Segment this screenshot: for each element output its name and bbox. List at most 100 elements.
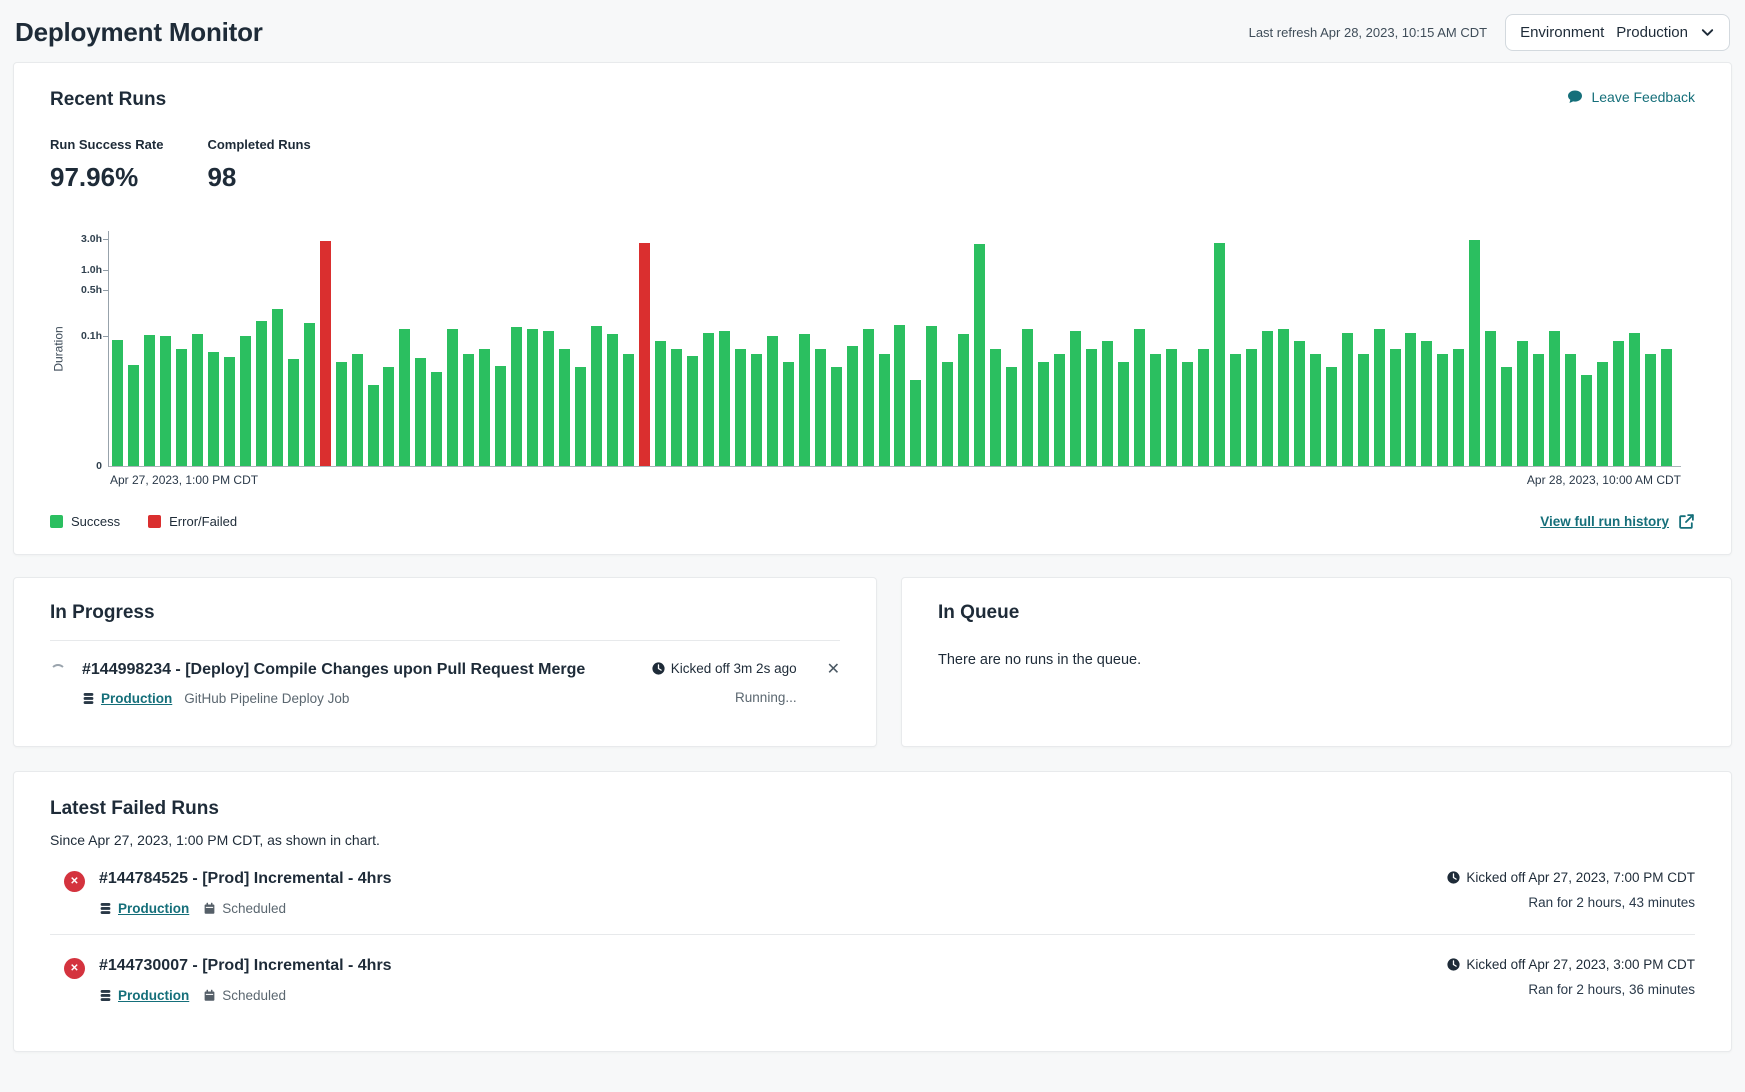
chart-bar-success[interactable]: [1070, 331, 1081, 466]
chart-bar-success[interactable]: [176, 349, 187, 466]
chart-bar-success[interactable]: [431, 372, 442, 466]
chart-bar-success[interactable]: [655, 341, 666, 466]
chart-bar-success[interactable]: [1629, 333, 1640, 466]
close-icon[interactable]: ✕: [827, 662, 840, 678]
chart-bar-success[interactable]: [863, 329, 874, 466]
chart-bar-success[interactable]: [703, 333, 714, 466]
chart-bar-success[interactable]: [990, 349, 1001, 466]
chart-bar-error[interactable]: [639, 243, 650, 466]
chart-bar-success[interactable]: [879, 354, 890, 466]
chart-bar-success[interactable]: [1421, 341, 1432, 466]
chart-bar-success[interactable]: [447, 329, 458, 466]
chart-bar-success[interactable]: [591, 326, 602, 466]
chart-bar-success[interactable]: [1310, 354, 1321, 466]
chart-bar-success[interactable]: [1453, 349, 1464, 466]
chart-bar-success[interactable]: [128, 365, 139, 466]
chart-bar-success[interactable]: [527, 329, 538, 466]
chart-bar-success[interactable]: [894, 325, 905, 466]
chart-bar-success[interactable]: [575, 367, 586, 466]
chart-bar-success[interactable]: [783, 362, 794, 466]
chart-bar-success[interactable]: [607, 334, 618, 466]
chart-bar-success[interactable]: [112, 340, 123, 466]
chart-bar-success[interactable]: [415, 358, 426, 466]
chart-bar-success[interactable]: [511, 327, 522, 466]
chart-bar-success[interactable]: [1485, 331, 1496, 466]
chart-bar-success[interactable]: [1374, 329, 1385, 466]
chart-bar-success[interactable]: [192, 334, 203, 466]
chart-bar-success[interactable]: [1118, 362, 1129, 466]
chart-bar-success[interactable]: [910, 380, 921, 466]
chart-bar-success[interactable]: [1022, 329, 1033, 466]
chart-bar-success[interactable]: [1086, 349, 1097, 466]
chart-bar-success[interactable]: [1405, 333, 1416, 466]
chart-bar-success[interactable]: [240, 336, 251, 466]
chart-bar-success[interactable]: [1613, 341, 1624, 466]
chart-bar-success[interactable]: [272, 309, 283, 466]
chart-bar-success[interactable]: [1437, 354, 1448, 466]
chart-bar-success[interactable]: [1182, 362, 1193, 466]
chart-bar-success[interactable]: [942, 362, 953, 466]
leave-feedback-link[interactable]: Leave Feedback: [1567, 89, 1695, 105]
chart-bar-success[interactable]: [1054, 354, 1065, 466]
chart-bar-success[interactable]: [256, 321, 267, 466]
chart-bar-success[interactable]: [160, 336, 171, 466]
chart-bar-success[interactable]: [1214, 243, 1225, 466]
chart-bar-success[interactable]: [208, 352, 219, 466]
chart-bar-success[interactable]: [1038, 362, 1049, 466]
chart-bar-success[interactable]: [383, 367, 394, 466]
chart-bar-success[interactable]: [1645, 354, 1656, 466]
chart-bar-success[interactable]: [1006, 367, 1017, 466]
chart-bar-error[interactable]: [320, 241, 331, 466]
chart-bar-success[interactable]: [1469, 240, 1480, 467]
chart-bar-success[interactable]: [1358, 354, 1369, 466]
chart-bar-success[interactable]: [831, 367, 842, 466]
chart-bar-success[interactable]: [1294, 341, 1305, 466]
chart-bar-success[interactable]: [463, 354, 474, 466]
chart-bar-success[interactable]: [1198, 349, 1209, 466]
chart-bar-success[interactable]: [1597, 362, 1608, 466]
chart-bar-success[interactable]: [974, 244, 985, 466]
chart-bar-success[interactable]: [336, 362, 347, 466]
chart-bar-success[interactable]: [751, 354, 762, 466]
chart-bar-success[interactable]: [479, 349, 490, 466]
chart-bar-success[interactable]: [1549, 331, 1560, 466]
chart-bar-success[interactable]: [1166, 349, 1177, 466]
chart-bar-success[interactable]: [399, 329, 410, 467]
chart-bar-success[interactable]: [687, 356, 698, 467]
chart-bar-success[interactable]: [767, 336, 778, 466]
chart-bar-success[interactable]: [559, 349, 570, 466]
chart-bar-success[interactable]: [352, 354, 363, 466]
chart-bar-success[interactable]: [1134, 329, 1145, 466]
chart-bar-success[interactable]: [1661, 349, 1672, 466]
chart-bar-success[interactable]: [1390, 349, 1401, 466]
chart-bar-success[interactable]: [1262, 331, 1273, 466]
chart-bar-success[interactable]: [368, 385, 379, 466]
environment-link[interactable]: Production: [99, 901, 189, 916]
chart-bar-success[interactable]: [1326, 367, 1337, 466]
chart-bar-success[interactable]: [1565, 354, 1576, 466]
chart-bar-success[interactable]: [671, 349, 682, 466]
chart-bar-success[interactable]: [719, 331, 730, 466]
chart-bar-success[interactable]: [1581, 375, 1592, 466]
chart-bar-success[interactable]: [495, 366, 506, 466]
chart-bar-success[interactable]: [224, 357, 235, 466]
chart-bar-success[interactable]: [1501, 367, 1512, 466]
chart-bar-success[interactable]: [1517, 341, 1528, 466]
chart-bar-success[interactable]: [543, 331, 554, 466]
chart-bar-success[interactable]: [623, 354, 634, 466]
chart-bar-success[interactable]: [144, 335, 155, 466]
chart-bar-success[interactable]: [1230, 354, 1241, 466]
chart-bar-success[interactable]: [1246, 349, 1257, 466]
chart-bar-success[interactable]: [926, 326, 937, 466]
view-full-run-history-link[interactable]: View full run history: [1540, 513, 1695, 530]
chart-bar-success[interactable]: [304, 323, 315, 466]
chart-bar-success[interactable]: [815, 349, 826, 466]
chart-bar-success[interactable]: [1342, 333, 1353, 466]
chart-bar-success[interactable]: [288, 359, 299, 466]
chart-bar-success[interactable]: [1533, 354, 1544, 466]
chart-bar-success[interactable]: [1102, 341, 1113, 466]
chart-bar-success[interactable]: [1278, 329, 1289, 467]
chart-bar-success[interactable]: [1150, 354, 1161, 466]
chart-bar-success[interactable]: [799, 334, 810, 466]
environment-link[interactable]: Production: [99, 988, 189, 1003]
